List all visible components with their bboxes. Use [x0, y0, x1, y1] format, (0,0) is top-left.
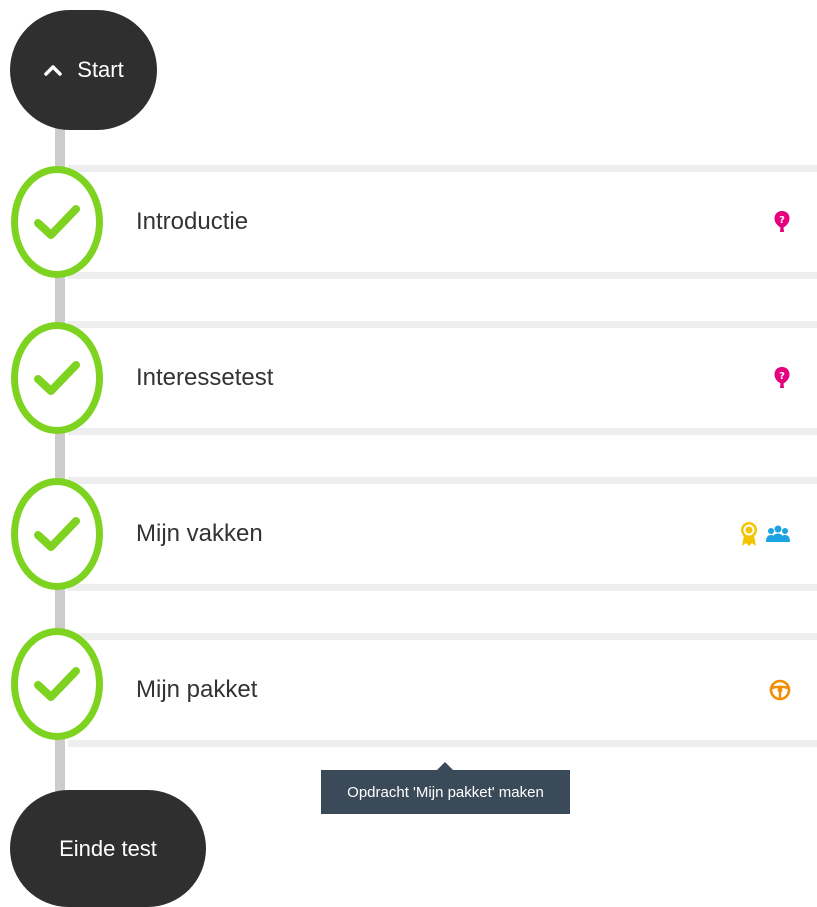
end-test-button[interactable]: Einde test: [10, 790, 206, 907]
completed-check: [11, 166, 103, 278]
award-ribbon-icon: [741, 522, 757, 546]
tooltip-arrow: [437, 762, 453, 770]
step-label: Mijn vakken: [136, 520, 263, 547]
start-label: Start: [77, 57, 124, 82]
start-button[interactable]: Start: [10, 10, 157, 130]
question-balloon-icon: ?: [774, 211, 790, 232]
chevron-up-icon: [44, 65, 63, 76]
checkmark-icon: [34, 667, 80, 701]
step-label: Introductie: [136, 208, 249, 235]
completed-check: [11, 478, 103, 590]
step-interessetest[interactable]: Interessetest ?: [68, 321, 817, 435]
step-mijn-vakken[interactable]: Mijn vakken: [68, 477, 817, 591]
step-label: Interessetest: [136, 364, 274, 391]
question-balloon-icon: ?: [774, 367, 790, 388]
completed-check: [11, 322, 103, 434]
step-introductie[interactable]: Introductie ?: [68, 165, 817, 279]
tooltip-text: Opdracht 'Mijn pakket' maken: [347, 783, 544, 801]
learning-path: Start Introductie ? Interessetest ? Mijn…: [0, 0, 817, 907]
end-label: Einde test: [59, 835, 157, 861]
checkmark-icon: [34, 205, 80, 239]
group-icon: [766, 525, 790, 542]
step-mijn-pakket[interactable]: Mijn pakket: [68, 633, 817, 747]
completed-check: [11, 628, 103, 740]
checkmark-icon: [34, 517, 80, 551]
step-label: Mijn pakket: [136, 676, 258, 703]
checkmark-icon: [34, 361, 80, 395]
svg-text:?: ?: [779, 371, 785, 382]
tooltip: Opdracht 'Mijn pakket' maken: [321, 770, 570, 814]
steering-wheel-icon: [769, 679, 791, 701]
svg-text:?: ?: [779, 215, 785, 226]
